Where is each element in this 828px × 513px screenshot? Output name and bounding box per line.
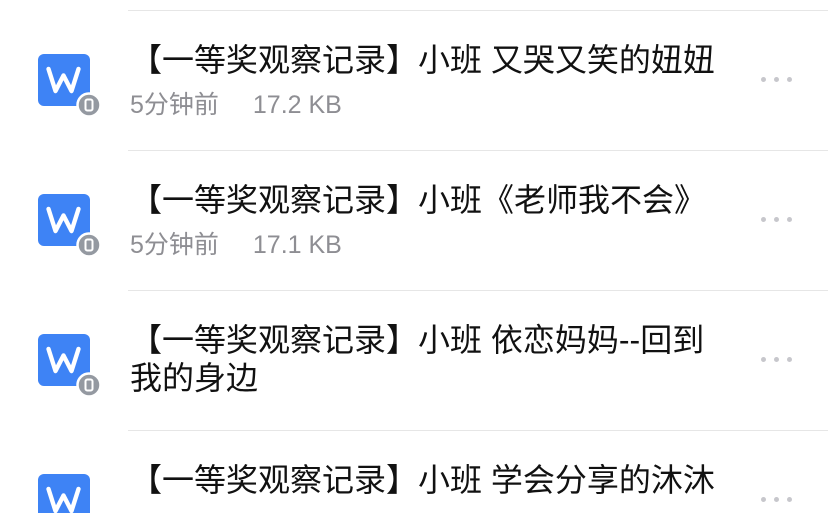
more-button[interactable] — [758, 490, 795, 509]
more-button[interactable] — [758, 70, 795, 89]
file-time: 5分钟前 — [130, 231, 219, 259]
mobile-badge-icon — [76, 372, 102, 398]
file-info: 【一等奖观察记录】小班 学会分享的沐沐 — [130, 461, 726, 499]
mobile-badge-icon — [76, 92, 102, 118]
more-dot — [761, 77, 766, 82]
more-button[interactable] — [758, 350, 795, 369]
word-document-icon — [38, 54, 102, 118]
file-item[interactable]: 【一等奖观察记录】小班 依恋妈妈--回到我的身边 — [0, 290, 828, 430]
file-title: 【一等奖观察记录】小班《老师我不会》 — [130, 182, 707, 218]
word-document-icon — [38, 474, 90, 513]
file-meta: 5分钟前 17.1 KB — [130, 230, 726, 260]
more-dot — [774, 77, 779, 82]
file-size: 17.2 KB — [252, 91, 342, 119]
word-document-icon — [38, 334, 102, 398]
more-dots-icon — [761, 357, 792, 362]
file-info: 【一等奖观察记录】小班《老师我不会》 5分钟前 17.1 KB — [130, 181, 726, 260]
more-dot — [787, 497, 792, 502]
file-list: 【一等奖观察记录】小班 又哭又笑的妞妞 5分钟前 17.2 KB 【一等奖观察记录 — [0, 0, 828, 513]
more-dots-icon — [761, 497, 792, 502]
file-info: 【一等奖观察记录】小班 又哭又笑的妞妞 5分钟前 17.2 KB — [130, 41, 726, 120]
file-title: 【一等奖观察记录】小班 学会分享的沐沐 — [130, 462, 715, 498]
word-document-icon — [38, 194, 102, 258]
more-dot — [761, 217, 766, 222]
more-dot — [774, 357, 779, 362]
more-dot — [787, 217, 792, 222]
file-title: 【一等奖观察记录】小班 又哭又笑的妞妞 — [130, 42, 715, 78]
file-item[interactable]: 【一等奖观察记录】小班《老师我不会》 5分钟前 17.1 KB — [0, 150, 828, 290]
mobile-badge-icon — [76, 232, 102, 258]
file-time: 5分钟前 — [130, 91, 219, 119]
more-dot — [761, 497, 766, 502]
row-divider — [128, 290, 828, 291]
more-dots-icon — [761, 217, 792, 222]
file-info: 【一等奖观察记录】小班 依恋妈妈--回到我的身边 — [130, 321, 726, 397]
more-button[interactable] — [758, 210, 795, 229]
more-dots-icon — [761, 77, 792, 82]
row-divider — [128, 430, 828, 431]
file-title: 【一等奖观察记录】小班 依恋妈妈--回到我的身边 — [130, 322, 705, 396]
more-dot — [774, 497, 779, 502]
file-meta: 5分钟前 17.2 KB — [130, 90, 726, 120]
more-dot — [787, 77, 792, 82]
file-size: 17.1 KB — [252, 231, 342, 259]
row-divider — [128, 10, 828, 11]
row-divider — [128, 150, 828, 151]
more-dot — [774, 217, 779, 222]
file-item[interactable]: 【一等奖观察记录】小班 又哭又笑的妞妞 5分钟前 17.2 KB — [0, 10, 828, 150]
more-dot — [787, 357, 792, 362]
file-item[interactable]: 【一等奖观察记录】小班 学会分享的沐沐 — [0, 430, 828, 513]
more-dot — [761, 357, 766, 362]
